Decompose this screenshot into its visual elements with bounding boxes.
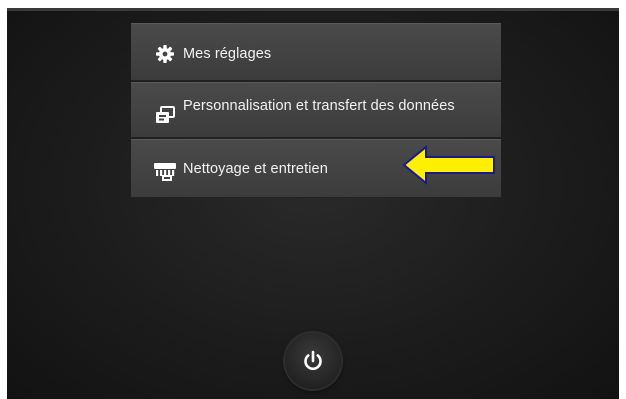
yellow-arrow-pointer: [402, 145, 495, 185]
cleaning-icon: [153, 161, 177, 183]
device-screen: Mes réglages Personnalisation et transfe…: [7, 8, 619, 399]
power-icon: [304, 350, 322, 370]
menu-item-label: Nettoyage et entretien: [183, 161, 328, 177]
transfer-icon: [155, 105, 175, 125]
menu-item-label: Mes réglages: [183, 46, 272, 62]
top-divider: [7, 8, 619, 11]
menu-item-label: Personnalisation et transfert des donnée…: [183, 98, 455, 114]
gear-icon: [155, 44, 175, 64]
menu-item-personnalisation-transfert[interactable]: Personnalisation et transfert des donnée…: [131, 82, 501, 138]
menu-item-mes-reglages[interactable]: Mes réglages: [131, 23, 501, 81]
power-button[interactable]: [285, 333, 341, 389]
